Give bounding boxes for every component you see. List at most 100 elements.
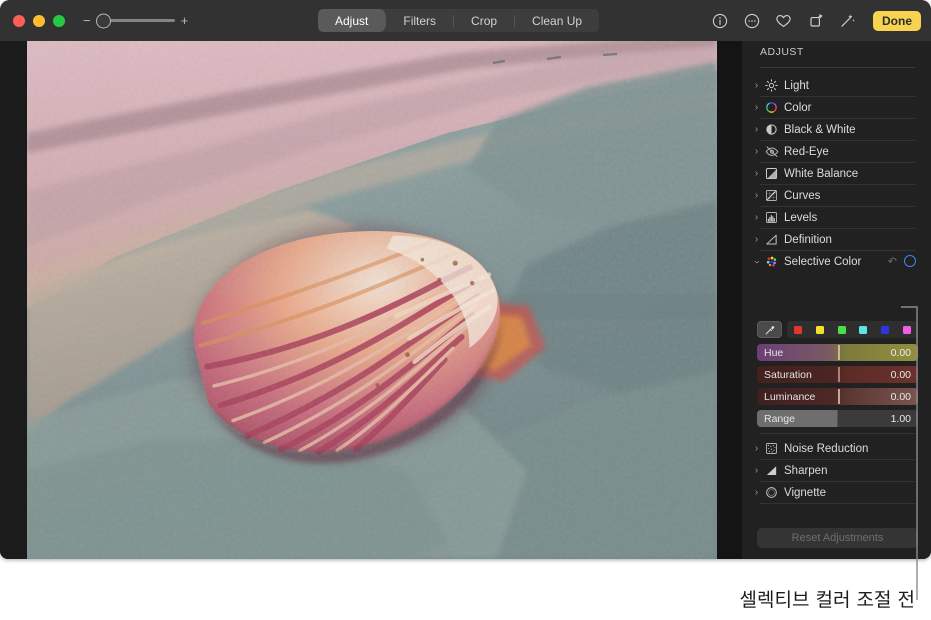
close-window-button[interactable] (13, 14, 25, 27)
tab-adjust[interactable]: Adjust (318, 9, 386, 32)
sidebar-item-sharpen[interactable]: › Sharpen (750, 460, 923, 481)
chevron-right-icon[interactable]: › (750, 465, 763, 476)
info-icon[interactable] (710, 11, 729, 30)
toolbar-actions: Done (710, 0, 921, 41)
sidebar-title-divider (760, 67, 915, 68)
canvas-left-margin (0, 41, 27, 559)
slider-luminance[interactable]: Luminance 0.00 (757, 388, 918, 405)
zoom-in-icon[interactable]: + (181, 14, 189, 27)
photos-editor-window: − + Adjust Filters Crop Clean Up Done AD… (0, 0, 931, 559)
chevron-right-icon[interactable]: › (750, 124, 763, 135)
eyedropper-icon[interactable] (757, 321, 782, 338)
slider-label: Hue (764, 346, 784, 359)
tab-filters[interactable]: Filters (386, 9, 453, 32)
slider-label: Saturation (764, 368, 812, 381)
sidebar-item-red-eye[interactable]: › Red-Eye (750, 141, 923, 162)
slider-knob[interactable] (837, 367, 840, 382)
slider-value: 0.00 (890, 368, 911, 381)
sidebar-item-light[interactable]: › Light (750, 75, 923, 96)
sidebar-item-vignette[interactable]: › Vignette (750, 482, 923, 503)
slider-value: 0.00 (890, 390, 911, 403)
sidebar-item-white-balance[interactable]: › White Balance (750, 163, 923, 184)
favorite-heart-icon[interactable] (774, 11, 793, 30)
swatch-green[interactable] (837, 325, 846, 334)
rotate-icon[interactable] (806, 11, 825, 30)
sidebar-item-label: Sharpen (784, 464, 828, 477)
reset-adjustments-button[interactable]: Reset Adjustments (757, 528, 918, 548)
sidebar-item-color[interactable]: › Color (750, 97, 923, 118)
callout-caption: 셀렉티브 컬러 조절 전 (739, 589, 915, 611)
zoom-window-button[interactable] (53, 14, 65, 27)
sidebar-title: ADJUST (760, 46, 804, 58)
noise-reduction-icon (763, 442, 780, 456)
chevron-right-icon[interactable]: › (750, 212, 763, 223)
chevron-down-icon[interactable]: › (752, 255, 763, 268)
definition-triangle-icon (763, 233, 780, 247)
sidebar-item-noise-reduction[interactable]: › Noise Reduction (750, 438, 923, 459)
sidebar-item-label: Vignette (784, 486, 826, 499)
traffic-light-buttons[interactable] (13, 14, 65, 27)
slider-saturation[interactable]: Saturation 0.00 (757, 366, 918, 383)
more-options-icon[interactable] (742, 11, 761, 30)
revert-arrow-icon[interactable]: ↶ (888, 255, 897, 268)
selective-color-dots-icon (763, 255, 780, 269)
zoom-slider-knob[interactable] (95, 13, 111, 28)
swatch-cyan[interactable] (859, 325, 868, 334)
chevron-right-icon[interactable]: › (750, 234, 763, 245)
levels-histogram-icon (763, 211, 780, 225)
sidebar-item-black-and-white[interactable]: › Black & White (750, 119, 923, 140)
minimize-window-button[interactable] (33, 14, 45, 27)
slider-hue[interactable]: Hue 0.00 (757, 344, 918, 361)
sidebar-item-selective-color[interactable]: › Selective Color ↶ (750, 251, 923, 272)
sidebar-item-curves[interactable]: › Curves (750, 185, 923, 206)
sidebar-item-label: Red-Eye (784, 145, 829, 158)
sidebar-item-label: Black & White (784, 123, 856, 136)
chevron-right-icon[interactable]: › (750, 487, 763, 498)
slider-label: Range (764, 412, 795, 425)
zoom-slider-track[interactable] (95, 13, 175, 28)
slider-value: 0.00 (890, 346, 911, 359)
photo-canvas[interactable] (27, 41, 717, 559)
sidebar-item-levels[interactable]: › Levels (750, 207, 923, 228)
swatch-yellow[interactable] (815, 325, 824, 334)
sidebar-item-label: Curves (784, 189, 821, 202)
chevron-right-icon[interactable]: › (750, 190, 763, 201)
slider-value: 1.00 (890, 412, 911, 425)
white-balance-icon (763, 167, 780, 181)
chevron-right-icon[interactable]: › (750, 102, 763, 113)
chevron-right-icon[interactable]: › (750, 168, 763, 179)
edit-mode-segmented-control[interactable]: Adjust Filters Crop Clean Up (318, 9, 600, 32)
slider-knob[interactable] (837, 389, 840, 404)
sidebar-item-label: White Balance (784, 167, 859, 180)
sidebar-item-label: Light (784, 79, 809, 92)
photo-image (27, 41, 717, 559)
chevron-right-icon[interactable]: › (750, 443, 763, 454)
zoom-out-icon[interactable]: − (83, 14, 91, 27)
slider-range[interactable]: Range 1.00 (757, 410, 918, 427)
chevron-right-icon[interactable]: › (750, 80, 763, 91)
swatch-blue[interactable] (881, 325, 890, 334)
done-button[interactable]: Done (873, 10, 921, 31)
auto-enhance-wand-icon[interactable] (838, 11, 857, 30)
selective-color-swatch-bar[interactable] (757, 321, 918, 338)
sidebar-item-label: Noise Reduction (784, 442, 869, 455)
half-circle-icon (763, 123, 780, 137)
swatch-red[interactable] (793, 325, 802, 334)
tab-clean-up[interactable]: Clean Up (515, 9, 599, 32)
sidebar-item-label: Selective Color (784, 255, 862, 268)
sidebar-item-label: Levels (784, 211, 818, 224)
tab-crop[interactable]: Crop (454, 9, 514, 32)
adjust-sidebar: ADJUST › Light › Color › Black & White ›… (742, 41, 931, 559)
color-swatches[interactable] (787, 321, 918, 338)
color-wheel-icon (763, 101, 780, 115)
window-titlebar: − + Adjust Filters Crop Clean Up Done (0, 0, 931, 41)
sidebar-item-definition[interactable]: › Definition (750, 229, 923, 250)
enabled-circle-icon[interactable] (904, 255, 916, 267)
slider-knob[interactable] (837, 345, 840, 360)
swatch-magenta[interactable] (903, 325, 912, 334)
vignette-circle-icon (763, 486, 780, 500)
sidebar-item-label: Color (784, 101, 812, 114)
curves-icon (763, 189, 780, 203)
zoom-slider-control[interactable]: − + (83, 13, 189, 28)
chevron-right-icon[interactable]: › (750, 146, 763, 157)
